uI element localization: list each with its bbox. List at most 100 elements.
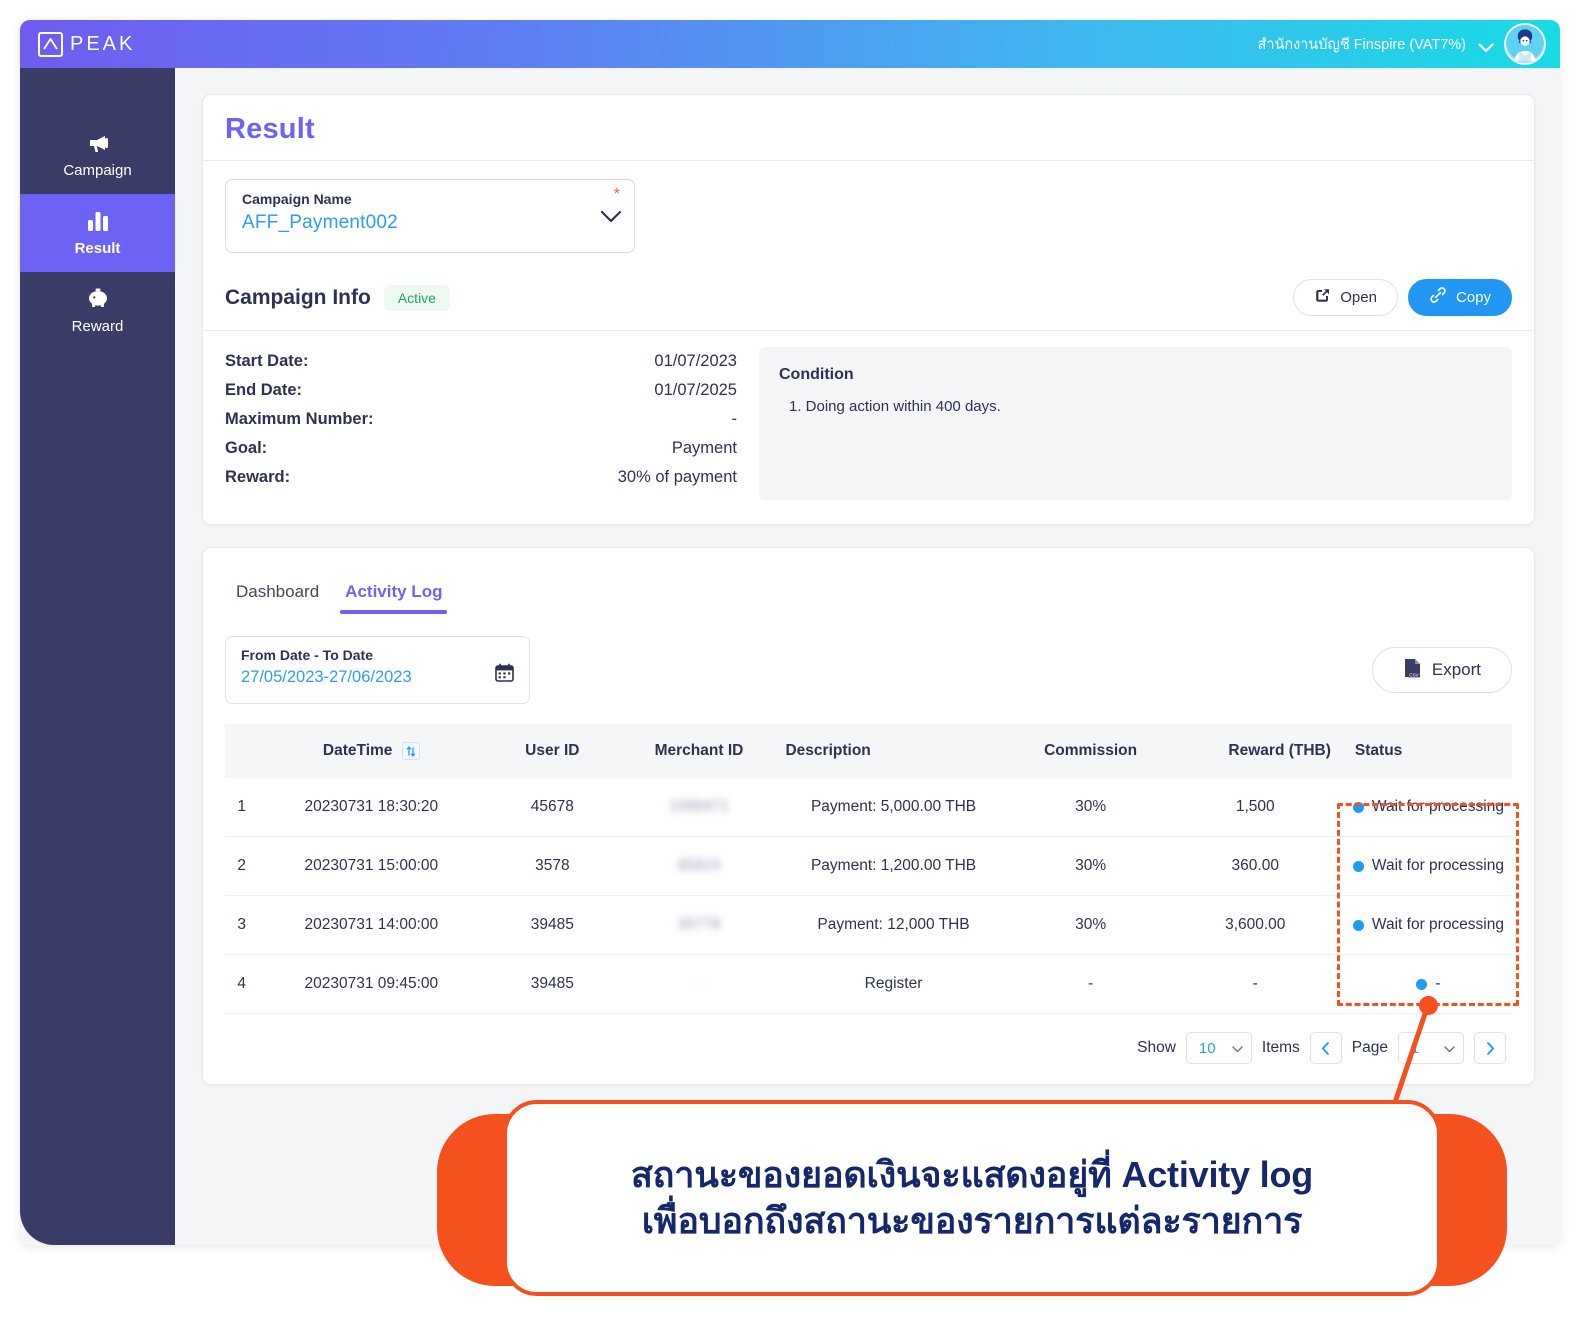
campaign-info-list: Start Date: 01/07/2023 End Date: 01/07/2… xyxy=(225,347,737,500)
cell-datetime: 20230731 15:00:00 xyxy=(258,836,485,897)
column-datetime[interactable]: DateTime xyxy=(258,724,485,779)
column-merchant-id: Merchant ID xyxy=(620,724,778,779)
condition-box: Condition 1. Doing action within 400 day… xyxy=(759,347,1512,500)
chevron-down-icon[interactable] xyxy=(1478,40,1494,52)
info-value: - xyxy=(731,410,738,428)
info-row: End Date: 01/07/2025 xyxy=(225,376,737,405)
export-button[interactable]: CSV Export xyxy=(1371,647,1512,693)
callout-bubble: สถานะของยอดเงินจะแสดงอยู่ที่ Activity lo… xyxy=(437,1100,1507,1296)
megaphone-icon xyxy=(86,132,110,154)
peak-logo-icon xyxy=(38,31,63,57)
campaign-info-actions: Open Copy xyxy=(1293,279,1512,316)
sidebar-item-label: Reward xyxy=(71,317,124,335)
status-label: - xyxy=(1435,975,1441,993)
cell-merchant-id: 35778 xyxy=(620,895,778,956)
items-label: Items xyxy=(1261,1039,1300,1057)
date-range-input[interactable]: From Date - To Date 27/05/2023-27/06/202… xyxy=(225,636,530,704)
brand-text: PEAK xyxy=(70,32,136,55)
organization-name[interactable]: สำนักงานบัญชี Finspire (VAT7%) xyxy=(1257,33,1466,56)
chevron-down-icon xyxy=(1232,1040,1243,1057)
link-icon xyxy=(1429,287,1447,308)
callout-line-1: สถานะของยอดเงินจะแสดงอยู่ที่ Activity lo… xyxy=(630,1154,1314,1196)
row-index: 3 xyxy=(225,895,259,956)
campaign-info-title: Campaign Info xyxy=(225,285,371,309)
cell-status: Wait for processing xyxy=(1338,895,1512,956)
show-label: Show xyxy=(1137,1039,1176,1057)
chevron-down-icon[interactable] xyxy=(600,210,622,228)
tab-activity-log[interactable]: Activity Log xyxy=(340,576,448,614)
next-page-button[interactable] xyxy=(1474,1032,1506,1065)
top-bar: PEAK สำนักงานบัญชี Finspire (VAT7%) xyxy=(20,20,1560,68)
brand-logo[interactable]: PEAK xyxy=(38,31,136,57)
column-reward: Reward (THB) xyxy=(1171,724,1339,779)
column-index xyxy=(225,724,259,779)
campaign-name-label: Campaign Name xyxy=(242,191,352,207)
cell-merchant-id: 95824 xyxy=(620,836,778,897)
external-link-icon xyxy=(1314,287,1331,308)
cell-description: Register xyxy=(777,954,1010,1015)
sort-icon[interactable] xyxy=(401,742,420,760)
info-key: Goal: xyxy=(225,439,268,457)
chevron-right-icon xyxy=(1486,1042,1494,1055)
export-button-label: Export xyxy=(1431,660,1481,679)
table-row[interactable]: 2 20230731 15:00:00 3578 95824 Payment: … xyxy=(225,836,1512,897)
sidebar-item-label: Campaign xyxy=(63,161,132,179)
info-key: Start Date: xyxy=(225,352,309,370)
open-button[interactable]: Open xyxy=(1293,279,1398,316)
redacted-merchant-id: - xyxy=(696,975,702,993)
redacted-merchant-id: 35778 xyxy=(677,916,721,934)
sidebar-item-result[interactable]: Result xyxy=(20,194,175,272)
campaign-name-select[interactable]: * Campaign Name AFF_Payment002 xyxy=(225,179,635,253)
top-bar-right: สำนักงานบัญชี Finspire (VAT7%) xyxy=(1257,23,1546,65)
status-dot-icon xyxy=(1352,801,1364,813)
chevron-down-icon xyxy=(1444,1040,1455,1057)
info-key: Reward: xyxy=(225,468,291,486)
table-row[interactable]: 4 20230731 09:45:00 39485 - Register - -… xyxy=(225,954,1512,1015)
cell-reward: 3,600.00 xyxy=(1171,895,1339,956)
previous-page-button[interactable] xyxy=(1309,1032,1342,1065)
csv-file-icon: CSV xyxy=(1403,657,1423,684)
table-header: DateTime User ID Merchant ID Description… xyxy=(225,724,1512,779)
bar-chart-icon xyxy=(87,210,109,232)
main-content: Result * Campaign Name AFF_Payment002 Ca… xyxy=(175,68,1560,1245)
avatar[interactable] xyxy=(1504,23,1546,65)
cell-reward: 1,500 xyxy=(1171,778,1339,838)
info-row: Maximum Number: - xyxy=(225,405,737,434)
chevron-left-icon xyxy=(1322,1042,1330,1055)
sidebar-item-reward[interactable]: Reward xyxy=(20,272,175,350)
pagination: Show 10 Items Page 1 xyxy=(225,1014,1512,1065)
table-row[interactable]: 1 20230731 18:30:20 45678 1098471 Paymen… xyxy=(225,778,1512,838)
info-value: 01/07/2023 xyxy=(654,352,737,370)
campaign-name-value: AFF_Payment002 xyxy=(242,212,398,233)
callout-anchor-dot xyxy=(1419,996,1438,1015)
screenshot-root: PEAK สำนักงานบัญชี Finspire (VAT7%) Camp… xyxy=(0,0,1580,1325)
filter-row: From Date - To Date 27/05/2023-27/06/202… xyxy=(225,636,1512,704)
cell-description: Payment: 12,000 THB xyxy=(777,895,1010,956)
info-key: Maximum Number: xyxy=(225,410,374,428)
activity-log-table: DateTime User ID Merchant ID Description… xyxy=(225,724,1512,1015)
cell-reward: 360.00 xyxy=(1171,836,1339,897)
date-range-value: 27/05/2023-27/06/2023 xyxy=(241,668,412,686)
info-value: 01/07/2025 xyxy=(654,381,737,399)
cell-description: Payment: 1,200.00 THB xyxy=(777,836,1010,897)
calendar-icon[interactable] xyxy=(495,663,514,687)
cell-user-id: 3578 xyxy=(484,836,621,897)
copy-button[interactable]: Copy xyxy=(1407,279,1512,316)
info-row: Reward: 30% of payment xyxy=(225,463,737,492)
status-dot-icon xyxy=(1352,860,1364,872)
cell-datetime: 20230731 14:00:00 xyxy=(258,895,485,956)
cell-commission: - xyxy=(1009,954,1172,1015)
table-row[interactable]: 3 20230731 14:00:00 39485 35778 Payment:… xyxy=(225,895,1512,956)
page-number-select[interactable]: 1 xyxy=(1398,1032,1464,1065)
info-value: Payment xyxy=(671,439,737,457)
activity-log-card: Dashboard Activity Log From Date - To Da… xyxy=(202,547,1535,1086)
page-title: Result xyxy=(225,113,315,145)
redacted-merchant-id: 1098471 xyxy=(668,798,730,816)
page-size-select[interactable]: 10 xyxy=(1185,1032,1252,1065)
tab-dashboard[interactable]: Dashboard xyxy=(231,576,324,614)
cell-status: Wait for processing xyxy=(1338,778,1512,838)
sidebar-item-campaign[interactable]: Campaign xyxy=(20,116,175,194)
column-description: Description xyxy=(777,724,1010,779)
cell-merchant-id: - xyxy=(620,954,778,1015)
cell-user-id: 45678 xyxy=(484,778,621,838)
